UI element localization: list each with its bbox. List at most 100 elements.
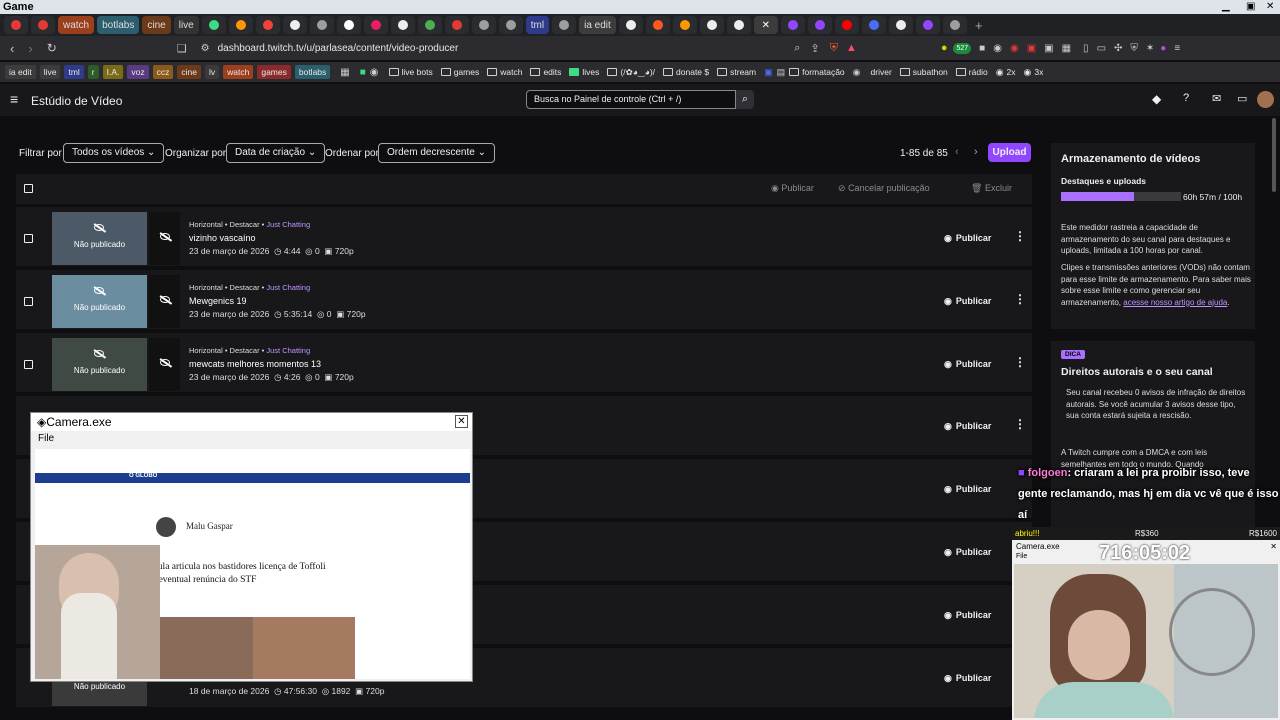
zoom-icon[interactable]: ⌕ (794, 42, 800, 55)
leo-icon[interactable]: ✶ (1146, 43, 1154, 54)
folder-kaomoji[interactable]: (/✿◕‿◕)/ (607, 67, 655, 78)
bookmark-icon[interactable]: ■ (360, 67, 366, 78)
organize-dropdown[interactable]: Data de criação ⌄ (226, 143, 326, 163)
menu-icon[interactable]: ≡ (1174, 43, 1180, 54)
bookmark-icon[interactable]: ▤ (777, 67, 786, 78)
folder-formatacao[interactable]: formatação (789, 67, 845, 77)
bookmark-tag[interactable]: ccz (152, 65, 174, 79)
bookmark-tag[interactable]: botlabs (294, 65, 331, 79)
puzzle-icon[interactable]: ✣ (1114, 43, 1122, 54)
tab-favicon[interactable] (4, 16, 28, 34)
tab-favicon[interactable] (417, 16, 442, 34)
video-thumbnail[interactable]: Não publicado (52, 212, 147, 265)
bookmark-3x[interactable]: ◉ 3x (1024, 67, 1044, 78)
extension-icon[interactable]: ▣ (1044, 43, 1053, 54)
apps-grid-icon[interactable]: ▦ (340, 67, 349, 78)
tab-live[interactable]: live (173, 16, 199, 34)
brave-shield-icon[interactable]: ⛨ (830, 42, 838, 55)
bulk-unpublish-button[interactable]: ⊘ Cancelar publicação (838, 183, 930, 194)
bookmark-tag[interactable]: games (257, 65, 291, 79)
video-thumbnail[interactable]: Não publicado (52, 338, 147, 391)
order-dropdown[interactable]: Ordem decrescente ⌄ (378, 143, 495, 163)
tab-favicon[interactable] (552, 16, 577, 34)
extension-icon[interactable]: ◉ (993, 43, 1002, 54)
tab-favicon[interactable] (618, 16, 643, 34)
tab-watch[interactable]: watch (58, 16, 95, 34)
tab-ia-edit[interactable]: ia edit (579, 16, 616, 34)
publish-button[interactable]: ◉ Publicar (944, 606, 991, 624)
reload-icon[interactable]: ↻ (47, 41, 57, 55)
video-category[interactable]: Just Chatting (266, 283, 310, 292)
tab-favicon[interactable] (780, 16, 805, 34)
bookmark-2x[interactable]: ◉ 2x (996, 67, 1016, 78)
tab-favicon[interactable] (444, 16, 469, 34)
tab-favicon[interactable] (31, 16, 55, 34)
inbox-icon[interactable]: ✉ (1212, 92, 1221, 105)
hamburger-menu-icon[interactable]: ≡ (10, 91, 18, 107)
row-checkbox[interactable] (24, 234, 33, 243)
bulk-delete-button[interactable]: 🗑 Excluir (971, 183, 1012, 194)
bookmark-tag[interactable]: cine (177, 65, 201, 79)
more-options-icon[interactable]: ⋮ (1014, 229, 1026, 243)
tab-tml[interactable]: tml (525, 16, 550, 34)
folder-subathon[interactable]: subathon (899, 67, 948, 77)
publish-button[interactable]: ◉ Publicar (944, 355, 991, 373)
extension-icon[interactable]: ● (941, 42, 948, 54)
bookmark-tag[interactable]: I.A. (102, 65, 124, 79)
tab-favicon[interactable] (861, 16, 886, 34)
forward-icon[interactable]: › (28, 41, 32, 56)
video-category[interactable]: Just Chatting (266, 220, 310, 229)
sidebar-icon[interactable]: ▯ (1083, 43, 1089, 54)
brave-rewards-icon[interactable]: ▲ (846, 42, 857, 54)
folder-live-bots[interactable]: live bots (388, 67, 433, 77)
folder-edits[interactable]: edits (530, 67, 561, 77)
camera-window-titlebar[interactable]: ◈Camera.exe ✕ (31, 413, 472, 431)
tab-favicon[interactable] (699, 16, 724, 34)
video-title[interactable]: mewcats melhores momentos 13 (189, 359, 321, 369)
tab-favicon[interactable] (645, 16, 670, 34)
more-options-icon[interactable]: ⋮ (1014, 292, 1026, 306)
tab-favicon[interactable] (255, 16, 280, 34)
next-page-icon[interactable]: › (974, 146, 978, 158)
publish-button[interactable]: ◉ Publicar (944, 669, 991, 687)
tab-cine[interactable]: cine (142, 16, 171, 34)
folder-lives[interactable]: lives (569, 67, 599, 77)
tab-favicon[interactable] (309, 16, 334, 34)
publish-button[interactable]: ◉ Publicar (944, 292, 991, 310)
filter-dropdown[interactable]: Todos os vídeos ⌄ (63, 143, 165, 163)
bookmark-tag[interactable]: lv (204, 65, 220, 79)
wallet-icon[interactable]: ⛨ (1130, 43, 1138, 54)
share-icon[interactable]: ⇪ (810, 42, 819, 55)
bulk-publish-button[interactable]: ◉ Publicar (771, 183, 814, 194)
tab-favicon[interactable] (336, 16, 361, 34)
folder-watch[interactable]: watch (487, 67, 522, 77)
bookmark-icon[interactable]: ▣ (764, 67, 773, 78)
help-article-link[interactable]: acesse nosso artigo de ajuda (1123, 298, 1227, 307)
url-field[interactable]: dashboard.twitch.tv/u/parlasea/content/v… (218, 43, 459, 54)
tab-favicon[interactable] (363, 16, 388, 34)
bookmark-tag[interactable]: tml (64, 65, 84, 79)
row-checkbox[interactable] (24, 297, 33, 306)
video-title[interactable]: Mewgenics 19 (189, 296, 247, 306)
tab-botlabs[interactable]: botlabs (97, 16, 140, 34)
bookmark-tag[interactable]: r (87, 65, 99, 79)
site-info-icon[interactable]: ⚙ (201, 43, 210, 54)
more-options-icon[interactable]: ⋮ (1014, 355, 1026, 369)
window-icon[interactable]: ▭ (1097, 43, 1106, 54)
camera-window[interactable]: ◈Camera.exe ✕ File O GLOBO Malu Gaspar L… (30, 412, 473, 682)
back-icon[interactable]: ‹ (10, 41, 14, 56)
extension-badge[interactable]: 527 (953, 42, 972, 54)
close-icon[interactable]: ✕ (455, 415, 468, 428)
tab-favicon[interactable] (228, 16, 253, 34)
folder-stream[interactable]: stream (717, 67, 756, 77)
tab-favicon[interactable] (498, 16, 523, 34)
publish-button[interactable]: ◉ Publicar (944, 480, 991, 498)
bookmark-tag[interactable]: voz (127, 65, 149, 79)
video-title[interactable]: vizinho vascaíno (189, 233, 256, 243)
extension-icon[interactable]: ▦ (1062, 43, 1071, 54)
more-options-icon[interactable]: ⋮ (1014, 417, 1026, 431)
tab-favicon[interactable] (390, 16, 415, 34)
row-checkbox[interactable] (24, 360, 33, 369)
close-tab-icon[interactable]: ✕ (753, 16, 778, 34)
folder-games[interactable]: games (440, 67, 479, 77)
